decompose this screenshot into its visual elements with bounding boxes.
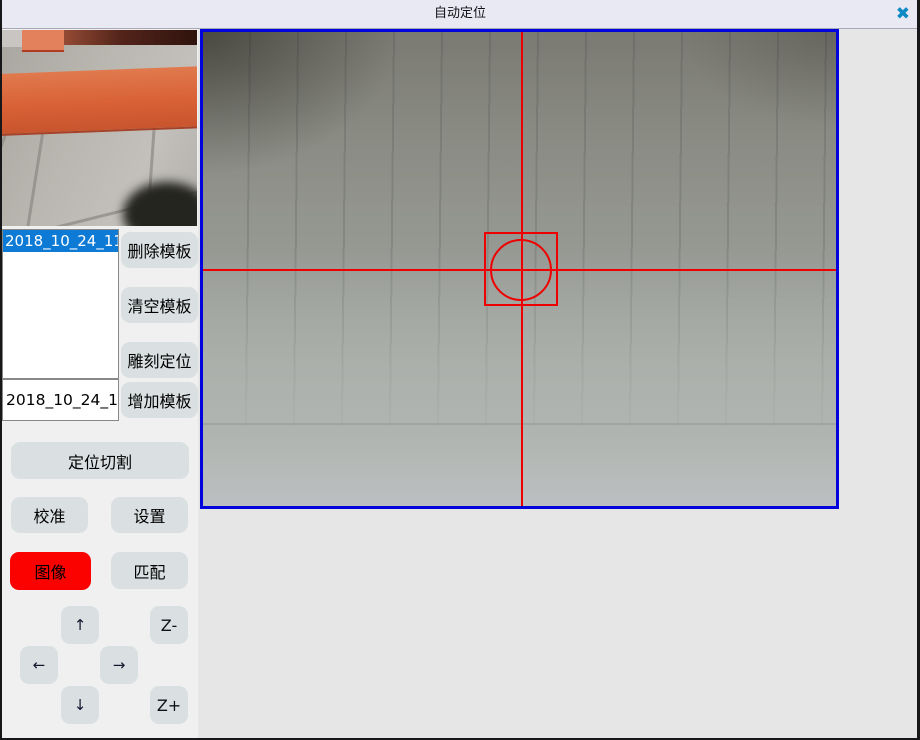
settings-button[interactable]: 设置: [111, 497, 188, 533]
jog-z-minus-button[interactable]: Z-: [150, 606, 188, 644]
engrave-position-button[interactable]: 雕刻定位: [121, 342, 198, 378]
jog-right-button[interactable]: →: [100, 646, 138, 684]
window-border-left: [0, 0, 2, 740]
camera-preview-thumbnail: [2, 30, 197, 226]
template-list[interactable]: 2018_10_24_11: [2, 229, 119, 379]
clear-templates-button[interactable]: 清空模板: [121, 287, 198, 323]
close-button[interactable]: ✖: [896, 0, 910, 28]
image-button[interactable]: 图像: [10, 552, 91, 590]
jog-z-plus-button[interactable]: Z+: [150, 686, 188, 724]
add-template-button[interactable]: 增加模板: [121, 382, 198, 418]
template-name-input[interactable]: [2, 379, 119, 421]
jog-up-button[interactable]: ↑: [61, 606, 99, 644]
position-cut-button[interactable]: 定位切割: [11, 442, 189, 479]
match-button[interactable]: 匹配: [111, 552, 188, 589]
calibrate-button[interactable]: 校准: [11, 497, 88, 533]
camera-view[interactable]: [200, 29, 839, 509]
delete-template-button[interactable]: 删除模板: [121, 232, 198, 268]
roi-circle: [490, 239, 552, 301]
orange-corner-block: [22, 30, 64, 52]
template-name-field-wrap: [2, 379, 119, 421]
auto-position-window: 自动定位 ✖ 2018_10_24_11 删除模板 清空模板 雕刻定位 增加模板…: [0, 0, 920, 740]
window-title: 自动定位: [0, 0, 920, 28]
jog-down-button[interactable]: ↓: [61, 686, 99, 724]
jog-left-button[interactable]: ←: [20, 646, 58, 684]
dark-red-edge: [57, 30, 197, 45]
titlebar: 自动定位 ✖: [0, 0, 920, 29]
template-list-item[interactable]: 2018_10_24_11: [3, 230, 118, 252]
orange-beam: [2, 66, 197, 136]
close-icon: ✖: [896, 4, 910, 24]
